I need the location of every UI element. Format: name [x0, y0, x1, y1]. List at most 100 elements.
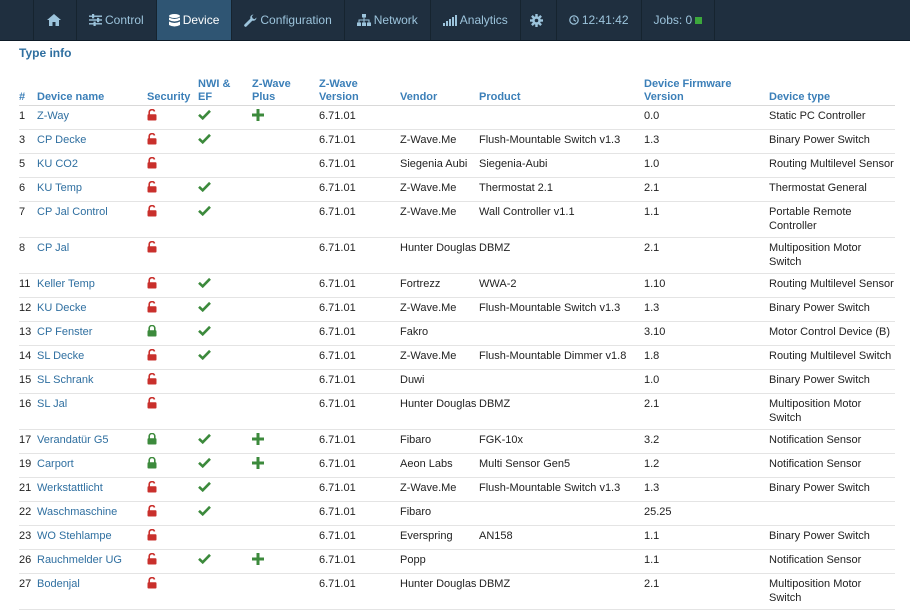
nav-jobs[interactable]: Jobs: 0	[642, 0, 716, 40]
cell-device-name[interactable]: SL Decke	[37, 345, 147, 370]
nav-device[interactable]: Device	[156, 0, 233, 40]
lock-open-icon	[147, 132, 157, 149]
check-icon	[198, 553, 211, 568]
cell-device-name[interactable]: KU CO2	[37, 153, 147, 178]
cell-device-type: Static PC Controller	[769, 105, 895, 130]
top-navbar: Control Device Configuration Network Ana…	[0, 0, 910, 41]
cell-security	[147, 345, 198, 370]
cell-firmware-version: 25.25	[644, 501, 769, 526]
col-header-zwave-version[interactable]: Z-Wave Version	[319, 78, 400, 106]
cell-zwave-plus	[252, 201, 319, 238]
cell-device-name[interactable]: CP Decke	[37, 129, 147, 154]
nav-analytics[interactable]: Analytics	[431, 0, 521, 40]
cell-product	[479, 369, 644, 394]
col-header-firmware-version[interactable]: Device Firmware Version	[644, 78, 769, 106]
cell-nwi-ef	[198, 369, 252, 394]
clock-icon	[569, 15, 579, 25]
cell-vendor: Z-Wave.Me	[400, 477, 479, 502]
cell-vendor	[400, 105, 479, 130]
table-row: 22 Waschmaschine 6.71.01 Fibaro 25.25	[19, 501, 895, 526]
cell-zwave-plus	[252, 525, 319, 550]
cell-product	[479, 501, 644, 526]
cell-nwi-ef	[198, 237, 252, 274]
nav-configuration[interactable]: Configuration	[232, 0, 345, 40]
table-header-row: # Device name Security NWI & EF Z-Wave Plu…	[19, 78, 895, 106]
cell-zwave-version: 6.71.01	[319, 129, 400, 154]
cell-vendor: Fibaro	[400, 501, 479, 526]
table-row: 15 SL Schrank 6.71.01 Duwi 1.0 Binary Power S…	[19, 369, 895, 394]
cell-device-type: Portable Remote Controller	[769, 201, 895, 238]
lock-open-icon	[147, 180, 157, 197]
lock-closed-icon	[147, 456, 157, 473]
cell-device-name[interactable]: CP Fenster	[37, 321, 147, 346]
cell-zwave-version: 6.71.01	[319, 393, 400, 430]
cell-device-name[interactable]: KU Decke	[37, 297, 147, 322]
device-type-table: # Device name Security NWI & EF Z-Wave Plu…	[19, 78, 895, 610]
cell-num: 13	[19, 321, 37, 346]
lock-open-icon	[147, 348, 157, 365]
col-header-device-type[interactable]: Device type	[769, 78, 895, 106]
lock-closed-icon	[147, 324, 157, 341]
cell-firmware-version: 0.0	[644, 105, 769, 130]
cell-num: 16	[19, 393, 37, 430]
cell-device-type: Binary Power Switch	[769, 129, 895, 154]
cell-firmware-version: 1.3	[644, 477, 769, 502]
cell-device-name[interactable]: Waschmaschine	[37, 501, 147, 526]
cell-device-name[interactable]: CP Jal	[37, 237, 147, 274]
table-row: 7 CP Jal Control 6.71.01 Z-Wave.Me Wall Cont…	[19, 201, 895, 238]
network-icon	[356, 14, 371, 26]
cell-vendor: Hunter Douglas	[400, 573, 479, 610]
cell-firmware-version: 1.3	[644, 129, 769, 154]
col-header-vendor[interactable]: Vendor	[400, 78, 479, 106]
cell-vendor: Hunter Douglas	[400, 237, 479, 274]
nav-network[interactable]: Network	[345, 0, 431, 40]
cell-zwave-plus	[252, 153, 319, 178]
col-header-security[interactable]: Security	[147, 78, 198, 106]
cell-zwave-plus	[252, 297, 319, 322]
col-header-zwave-plus[interactable]: Z-Wave Plus	[252, 78, 319, 106]
nav-settings[interactable]	[521, 0, 557, 40]
cell-device-name[interactable]: WO Stehlampe	[37, 525, 147, 550]
cell-firmware-version: 2.1	[644, 237, 769, 274]
check-icon	[198, 433, 211, 448]
table-row: 17 Verandatür G5 6.71.01 Fibaro FGK-10x 3.2 No…	[19, 429, 895, 454]
cell-device-name[interactable]: KU Temp	[37, 177, 147, 202]
table-row: 16 SL Jal 6.71.01 Hunter Douglas DBMZ 2.1 Mult…	[19, 393, 895, 430]
check-icon	[198, 505, 211, 520]
cell-device-name[interactable]: SL Jal	[37, 393, 147, 430]
cell-nwi-ef	[198, 201, 252, 238]
cell-device-name[interactable]: CP Jal Control	[37, 201, 147, 238]
cell-device-name[interactable]: Z-Way	[37, 105, 147, 130]
cell-zwave-version: 6.71.01	[319, 525, 400, 550]
cell-nwi-ef	[198, 153, 252, 178]
cell-device-name[interactable]: Bodenjal	[37, 573, 147, 610]
cell-product: FGK-10x	[479, 429, 644, 454]
cell-vendor: Hunter Douglas	[400, 393, 479, 430]
table-row: 27 Bodenjal 6.71.01 Hunter Douglas DBMZ 2.1 Mu…	[19, 573, 895, 610]
cell-zwave-version: 6.71.01	[319, 273, 400, 298]
cell-device-name[interactable]: Verandatür G5	[37, 429, 147, 454]
cell-firmware-version: 3.10	[644, 321, 769, 346]
cell-vendor: Duwi	[400, 369, 479, 394]
cell-product: AN158	[479, 525, 644, 550]
lock-open-icon	[147, 300, 157, 317]
cell-vendor: Z-Wave.Me	[400, 297, 479, 322]
cell-vendor: Aeon Labs	[400, 453, 479, 478]
cell-device-name[interactable]: Keller Temp	[37, 273, 147, 298]
cell-vendor: Fibaro	[400, 429, 479, 454]
cell-zwave-version: 6.71.01	[319, 153, 400, 178]
col-header-product[interactable]: Product	[479, 78, 644, 106]
lock-open-icon	[147, 552, 157, 569]
clock-time: 12:41:42	[581, 13, 629, 27]
cell-device-name[interactable]: Werkstattlicht	[37, 477, 147, 502]
lock-open-icon	[147, 156, 157, 173]
cell-product: Wall Controller v1.1	[479, 201, 644, 238]
cell-device-name[interactable]: Carport	[37, 453, 147, 478]
col-header-device-name[interactable]: Device name	[37, 78, 147, 106]
cell-security	[147, 573, 198, 610]
nav-control[interactable]: Control	[77, 0, 157, 40]
lock-open-icon	[147, 276, 157, 293]
col-header-nwi-ef[interactable]: NWI & EF	[198, 78, 252, 106]
cell-device-name[interactable]: SL Schrank	[37, 369, 147, 394]
nav-home[interactable]	[33, 0, 77, 40]
